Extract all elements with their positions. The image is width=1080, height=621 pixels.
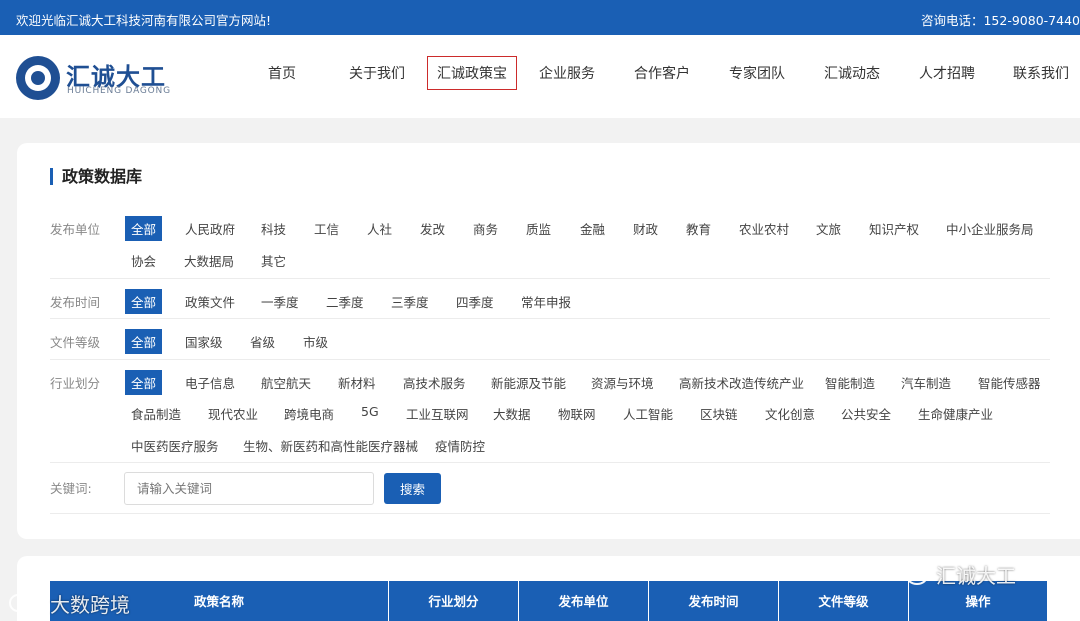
level-option[interactable]: 国家级 — [185, 332, 223, 351]
industry-option[interactable]: 航空航天 — [261, 373, 311, 392]
industry-option[interactable]: 食品制造 — [131, 404, 181, 423]
nav-home[interactable]: 首页 — [268, 63, 296, 83]
nav-contact[interactable]: 联系我们 — [1013, 63, 1069, 83]
industry-option[interactable]: 跨境电商 — [284, 404, 334, 423]
site-logo[interactable]: 汇诚大工 HUICHENG DAGONG — [16, 55, 176, 101]
row-divider — [50, 278, 1050, 279]
logo-name-en: HUICHENG DAGONG — [67, 86, 171, 96]
industry-option[interactable]: 汽车制造 — [901, 373, 951, 392]
nav-experts[interactable]: 专家团队 — [729, 63, 785, 83]
time-option[interactable]: 四季度 — [456, 292, 494, 311]
industry-option[interactable]: 疫情防控 — [435, 436, 485, 455]
keyword-search-input[interactable] — [124, 472, 374, 505]
publisher-option[interactable]: 全部 — [125, 216, 163, 241]
publisher-option[interactable]: 发改 — [420, 219, 445, 238]
site-header: 汇诚大工 HUICHENG DAGONG 首页 关于我们 汇诚政策宝 企业服务 … — [0, 35, 1080, 118]
industry-option[interactable]: 工业互联网 — [406, 404, 469, 423]
col-industry: 行业划分 — [389, 581, 519, 621]
time-option[interactable]: 常年申报 — [521, 292, 571, 311]
publisher-option[interactable]: 中小企业服务局 — [946, 219, 1034, 238]
publisher-option[interactable]: 其它 — [261, 251, 286, 270]
top-bar: 欢迎光临汇诚大工科技河南有限公司官方网站! 咨询电话：152-9080-7440 — [0, 0, 1080, 35]
publisher-option[interactable]: 大数据局 — [184, 251, 234, 270]
policy-filter-card: 政策数据库 发布单位 全部 人民政府 科技 工信 人社 发改 商务 质监 金融 … — [17, 143, 1080, 539]
industry-option[interactable]: 资源与环境 — [591, 373, 654, 392]
publisher-option[interactable]: 人社 — [367, 219, 392, 238]
row-divider — [50, 513, 1050, 514]
watermark-left-text: 大数跨境 — [50, 593, 130, 617]
industry-option[interactable]: 人工智能 — [623, 404, 673, 423]
time-option[interactable]: 三季度 — [391, 292, 429, 311]
industry-option[interactable]: 现代农业 — [208, 404, 258, 423]
col-file-level: 文件等级 — [779, 581, 909, 621]
time-option[interactable]: 二季度 — [326, 292, 364, 311]
industry-option[interactable]: 全部 — [125, 370, 163, 395]
publisher-option[interactable]: 农业农村 — [739, 219, 789, 238]
col-publisher: 发布单位 — [519, 581, 649, 621]
industry-option[interactable]: 生命健康产业 — [918, 404, 993, 423]
industry-option[interactable]: 生物、新医药和高性能医疗器械 — [243, 436, 418, 455]
level-label: 文件等级 — [50, 335, 101, 350]
publisher-option[interactable]: 协会 — [131, 251, 156, 270]
nav-news[interactable]: 汇诚动态 — [824, 63, 880, 83]
watermark-logo-icon — [9, 591, 40, 612]
publisher-option[interactable]: 财政 — [633, 219, 658, 238]
publisher-option[interactable]: 金融 — [580, 219, 605, 238]
industry-option[interactable]: 高技术服务 — [403, 373, 466, 392]
publisher-option[interactable]: 知识产权 — [869, 219, 919, 238]
industry-option[interactable]: 智能制造 — [825, 373, 875, 392]
watermark-right: 汇诚大工 — [892, 558, 1052, 590]
nav-enterprise-service[interactable]: 企业服务 — [539, 63, 595, 83]
industry-option[interactable]: 高新技术改造传统产业 — [679, 373, 804, 392]
industry-option[interactable]: 新材料 — [338, 373, 376, 392]
industry-option[interactable]: 物联网 — [558, 404, 596, 423]
time-label: 发布时间 — [50, 295, 101, 310]
industry-option[interactable]: 电子信息 — [185, 373, 235, 392]
time-option[interactable]: 全部 — [125, 289, 163, 314]
industry-option[interactable]: 区块链 — [700, 404, 738, 423]
nav-about[interactable]: 关于我们 — [349, 63, 405, 83]
watermark-right-text: 汇诚大工 — [936, 564, 1016, 588]
level-option[interactable]: 省级 — [250, 332, 275, 351]
nav-careers[interactable]: 人才招聘 — [919, 63, 975, 83]
section-title: 政策数据库 — [50, 168, 142, 185]
welcome-text: 欢迎光临汇诚大工科技河南有限公司官方网站! — [16, 13, 272, 28]
time-option[interactable]: 一季度 — [261, 292, 299, 311]
publisher-label: 发布单位 — [50, 222, 101, 237]
publisher-option[interactable]: 人民政府 — [185, 219, 235, 238]
publisher-option[interactable]: 工信 — [314, 219, 339, 238]
logo-icon — [16, 56, 60, 100]
nav-policy-bao[interactable]: 汇诚政策宝 — [427, 56, 517, 90]
industry-option[interactable]: 文化创意 — [765, 404, 815, 423]
time-option[interactable]: 政策文件 — [185, 292, 235, 311]
publisher-option[interactable]: 教育 — [686, 219, 711, 238]
industry-option[interactable]: 新能源及节能 — [491, 373, 566, 392]
industry-option[interactable]: 大数据 — [493, 404, 531, 423]
level-option[interactable]: 市级 — [303, 332, 328, 351]
col-publish-time: 发布时间 — [649, 581, 779, 621]
wechat-icon — [894, 561, 928, 585]
publisher-option[interactable]: 商务 — [473, 219, 498, 238]
consult-phone: 咨询电话：152-9080-7440 — [920, 13, 1080, 28]
publisher-option[interactable]: 文旅 — [816, 219, 841, 238]
row-divider — [50, 359, 1050, 360]
industry-option[interactable]: 5G — [361, 404, 379, 419]
row-divider — [50, 318, 1050, 319]
industry-option[interactable]: 公共安全 — [841, 404, 891, 423]
search-button[interactable]: 搜索 — [384, 473, 441, 504]
industry-option[interactable]: 中医药医疗服务 — [131, 436, 219, 455]
keyword-label: 关键词: — [50, 481, 92, 496]
row-divider — [50, 462, 1050, 463]
level-option[interactable]: 全部 — [125, 329, 163, 354]
publisher-option[interactable]: 质监 — [526, 219, 551, 238]
industry-option[interactable]: 智能传感器 — [978, 373, 1041, 392]
nav-partners[interactable]: 合作客户 — [634, 63, 690, 83]
watermark-left: 大数跨境 — [8, 587, 148, 617]
publisher-option[interactable]: 科技 — [261, 219, 286, 238]
industry-label: 行业划分 — [50, 376, 101, 391]
